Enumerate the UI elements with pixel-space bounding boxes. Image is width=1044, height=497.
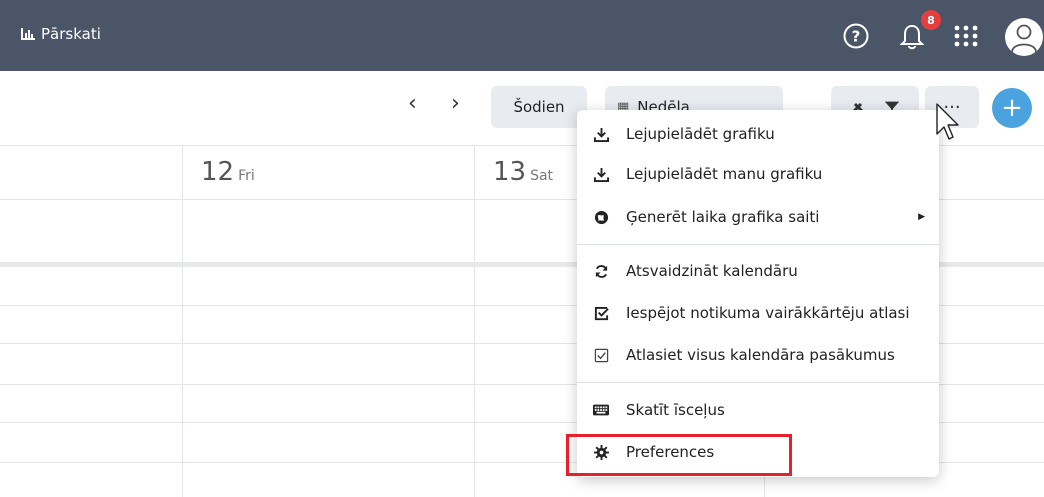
day-header-fri[interactable]: 12 Fri (201, 157, 255, 187)
menu-item-label: Ģenerēt laika grafika saiti (626, 208, 820, 226)
next-week-button[interactable]: › (451, 93, 460, 115)
menu-item-view-shortcuts[interactable]: Skatīt īsceļus (577, 390, 939, 430)
notification-badge: 8 (921, 10, 941, 30)
multi-select-icon (593, 305, 609, 321)
menu-item-refresh-calendar[interactable]: Atsvaidzināt kalendāru (577, 251, 939, 291)
refresh-icon (593, 263, 609, 279)
menu-item-label: Lejupielādēt manu grafiku (626, 165, 823, 183)
today-button[interactable]: Šodien (491, 86, 587, 128)
menu-item-generate-link[interactable]: Ģenerēt laika grafika saiti ▶ (577, 197, 939, 237)
menu-divider (577, 382, 939, 383)
today-label: Šodien (513, 98, 565, 116)
day-name: Fri (238, 168, 255, 184)
user-icon (1011, 24, 1037, 53)
top-bar: Pārskati ? 8 (0, 0, 1044, 71)
grid-line (182, 145, 183, 497)
checkbox-icon (593, 347, 609, 363)
grid-line (474, 145, 475, 497)
help-icon[interactable]: ? (842, 22, 870, 50)
user-avatar[interactable] (1005, 18, 1043, 56)
globe-icon (593, 209, 609, 225)
download-icon (593, 126, 609, 142)
menu-item-select-all-events[interactable]: Atlasiet visus kalendāra pasākumus (577, 335, 939, 375)
menu-item-download-schedule[interactable]: Lejupielādēt grafiku (577, 114, 939, 154)
submenu-arrow-icon: ▶ (918, 212, 925, 222)
day-name: Sat (530, 168, 554, 184)
download-icon (593, 166, 609, 182)
menu-item-label: Atlasiet visus kalendāra pasākumus (626, 346, 895, 364)
prev-week-button[interactable]: ‹ (408, 93, 417, 115)
menu-divider (577, 244, 939, 245)
menu-item-label: Atsvaidzināt kalendāru (626, 262, 798, 280)
day-header-sat[interactable]: 13 Sat (493, 157, 553, 187)
reports-label: Pārskati (41, 25, 101, 43)
apps-grid-icon[interactable] (952, 24, 980, 48)
reports-link[interactable]: Pārskati (21, 25, 101, 43)
menu-item-enable-multi-select[interactable]: Iespējot notikuma vairākkārtēju atlasi (577, 293, 939, 333)
menu-item-download-my-schedule[interactable]: Lejupielādēt manu grafiku (577, 154, 939, 194)
day-number: 13 (493, 157, 527, 187)
keyboard-icon (593, 402, 609, 418)
more-options-menu: Lejupielādēt grafiku Lejupielādēt manu g… (577, 110, 939, 477)
menu-item-label: Skatīt īsceļus (626, 401, 725, 419)
menu-item-label: Iespējot notikuma vairākkārtēju atlasi (626, 304, 910, 322)
svg-text:?: ? (852, 28, 861, 46)
add-event-button[interactable]: + (992, 88, 1032, 128)
mouse-cursor-icon (936, 103, 959, 140)
preferences-highlight-box (566, 434, 792, 476)
day-number: 12 (201, 157, 235, 187)
plus-icon: + (1001, 93, 1023, 123)
bar-chart-icon (21, 28, 35, 40)
menu-item-label: Lejupielādēt grafiku (626, 125, 775, 143)
